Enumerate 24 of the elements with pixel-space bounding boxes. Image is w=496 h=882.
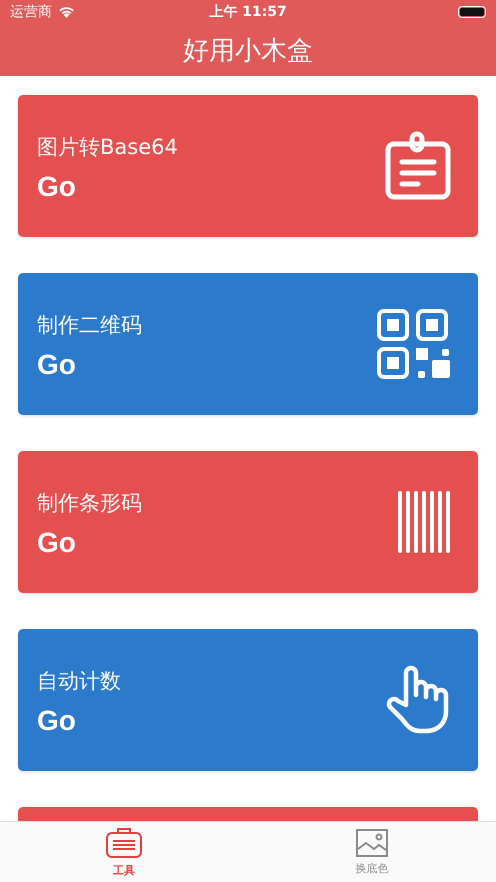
tab-bar-item[interactable]: 换底色 xyxy=(248,822,496,882)
image-icon xyxy=(356,828,388,856)
app-title: 好用小木盒 xyxy=(183,34,313,68)
toolbox-icon xyxy=(105,826,143,858)
go-label: Go xyxy=(37,705,77,737)
clipboard-icon xyxy=(384,131,452,201)
go-label: Go xyxy=(37,527,77,559)
qr-code-icon xyxy=(376,308,452,380)
card-title: 图片转Base64 xyxy=(37,134,178,161)
status-time: 上午 11:57 xyxy=(209,3,287,21)
battery-icon xyxy=(458,6,486,18)
card-title: 制作条形码 xyxy=(37,490,142,517)
go-label: Go xyxy=(37,349,77,381)
tool-card[interactable]: 制作二维码 Go xyxy=(18,273,478,415)
card-title: 自动计数 xyxy=(37,668,121,695)
barcode-icon xyxy=(396,490,452,554)
tool-card[interactable]: 图片转Base64 Go xyxy=(18,95,478,237)
wifi-icon xyxy=(58,6,75,18)
card-title: 制作二维码 xyxy=(37,312,142,339)
tool-card[interactable]: 制作条形码 Go xyxy=(18,451,478,593)
carrier-name: 运营商 xyxy=(10,3,52,21)
tool-card[interactable]: 自动计数 Go xyxy=(18,629,478,771)
go-label: Go xyxy=(37,171,77,203)
tab-bar-item[interactable]: 工具 xyxy=(0,822,248,882)
